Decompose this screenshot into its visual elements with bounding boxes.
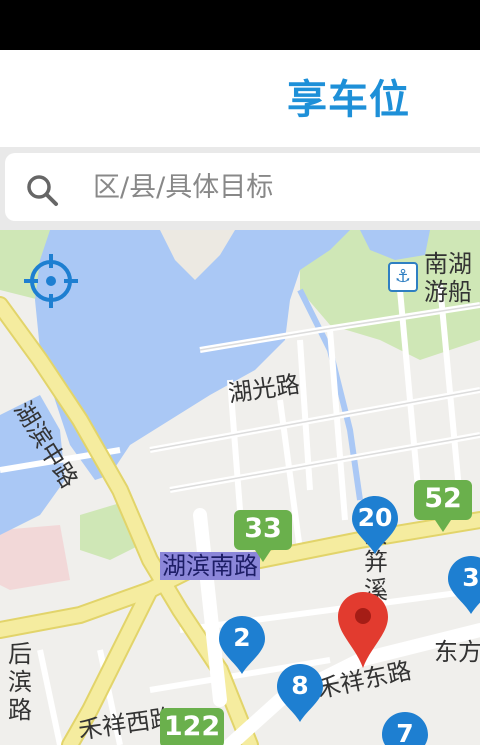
current-location-pin-icon[interactable] <box>336 590 390 670</box>
search-box[interactable] <box>5 153 480 221</box>
badge-count: 52 <box>424 483 462 514</box>
marker-count: 20 <box>357 503 393 532</box>
road-label-houbin: 后滨路 <box>8 640 32 724</box>
marker-count: 2 <box>233 623 251 652</box>
parking-cluster-badge[interactable]: 33 <box>234 510 292 570</box>
status-bar <box>0 0 480 50</box>
parking-marker[interactable]: 2 <box>217 614 267 676</box>
search-icon[interactable] <box>25 173 59 207</box>
parking-cluster-badge[interactable]: 122 <box>160 708 224 745</box>
search-input[interactable] <box>93 167 473 207</box>
badge-count: 122 <box>163 711 221 742</box>
parking-marker[interactable]: 20 <box>350 494 400 556</box>
poi-label-line2: 游船 <box>424 278 472 306</box>
parking-cluster-badge[interactable]: 52 <box>414 480 472 540</box>
parking-marker[interactable]: 3 <box>446 554 480 616</box>
app-title: 享车位 <box>287 77 410 123</box>
marker-count: 3 <box>462 563 480 592</box>
road-label-hubin-zhong-vertical: 湖滨中路 <box>8 340 94 493</box>
parking-marker[interactable]: 7 <box>380 710 430 745</box>
ferry-pier-icon[interactable]: ⚓ <box>388 262 418 292</box>
badge-count: 33 <box>244 513 282 544</box>
road-label-dongfang: 东方 <box>434 638 480 666</box>
map-view[interactable]: ⚓ 南湖 游船 湖光路 湖滨中路 湖滨南路 禾祥西路 禾祥东路 后滨路 筼䈂溪路… <box>0 230 480 745</box>
search-bar <box>0 147 480 230</box>
app-header: 享车位 <box>0 50 480 147</box>
marker-count: 8 <box>291 671 309 700</box>
marker-count: 7 <box>396 719 414 745</box>
locate-button[interactable] <box>22 252 80 310</box>
poi-label-line1: 南湖 <box>424 250 472 278</box>
parking-marker[interactable]: 8 <box>275 662 325 724</box>
